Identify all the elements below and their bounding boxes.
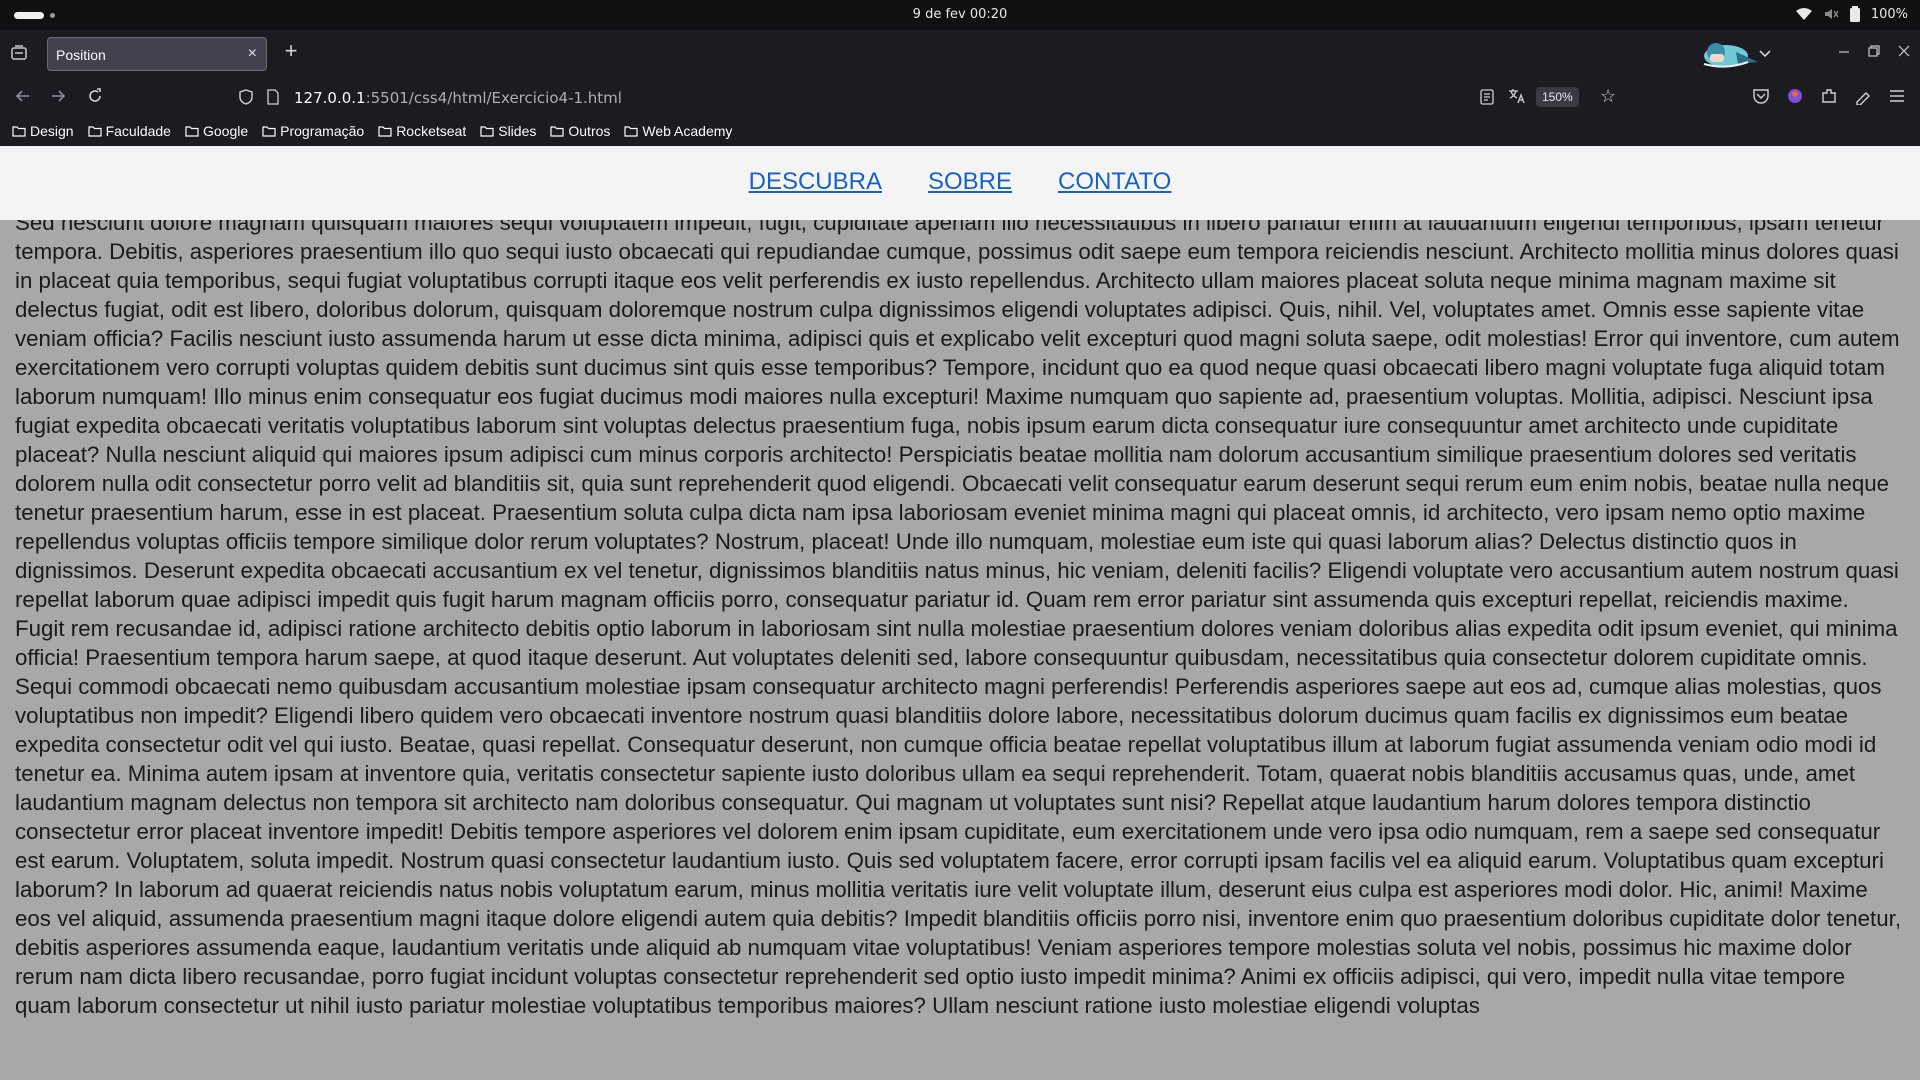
url-text[interactable]: 127.0.0.1:5501/css4/html/Exercicio4-1.ht… [294,89,622,107]
bookmark-folder-design[interactable]: Design [12,123,74,139]
page-info-icon[interactable] [266,89,280,110]
bookmark-folder-google[interactable]: Google [185,123,248,139]
chevron-down-icon[interactable] [1758,46,1772,64]
nav-link-contato[interactable]: CONTATO [1058,168,1171,196]
volume-muted-icon [1823,7,1839,21]
window-controls [1838,44,1910,62]
color-picker-icon[interactable] [1854,87,1872,110]
tracking-shield-icon[interactable] [238,89,254,110]
folder-icon [262,126,276,137]
bookmark-star-icon[interactable]: ☆ [1600,86,1616,107]
page-viewport[interactable]: Sed nesciunt dolore magnam quisquam maio… [0,146,1920,1080]
tab-title: Position [56,47,106,63]
bookmark-folder-web-academy[interactable]: Web Academy [624,123,732,139]
forward-arrow-icon[interactable] [49,87,69,107]
restore-icon[interactable] [1868,44,1880,62]
url-path: :5501/css4/html/Exercicio4-1.html [365,89,622,107]
back-arrow-icon[interactable] [14,87,34,107]
bookmark-label: Google [202,123,249,139]
bookmark-label: Programação [280,123,365,139]
pocket-icon[interactable] [1752,87,1770,110]
system-clock[interactable]: 9 de fev 00:20 [0,7,1920,22]
folder-icon [480,126,494,137]
close-window-icon[interactable] [1898,44,1910,62]
battery-percentage: 100% [1870,6,1908,22]
bookmarks-bar: Design Faculdade Google Programação Rock… [0,116,1920,146]
battery-icon [1849,6,1861,22]
zoom-level-badge[interactable]: 150% [1536,87,1579,107]
folder-icon [185,126,199,137]
bookmark-folder-faculdade[interactable]: Faculdade [87,123,171,139]
tab-overview-icon[interactable] [10,44,30,64]
bookmark-folder-slides[interactable]: Slides [480,123,536,139]
folder-icon [12,126,26,137]
wifi-icon [1795,7,1813,21]
nav-link-descubra[interactable]: DESCUBRA [749,168,882,196]
tab-strip: Position × + [0,30,1920,78]
translate-icon[interactable] [1508,88,1526,107]
menu-icon[interactable] [1888,87,1906,110]
bookmark-label: Slides [498,123,537,139]
folder-icon [624,126,638,137]
tab-active[interactable]: Position × [47,37,267,71]
navigation-toolbar: 127.0.0.1:5501/css4/html/Exercicio4-1.ht… [0,78,1920,116]
nav-link-sobre[interactable]: SOBRE [928,168,1012,196]
bookmark-label: Rocketseat [396,123,467,139]
new-tab-icon[interactable]: + [281,40,301,62]
url-host: 127.0.0.1 [294,89,366,107]
os-top-bar: 9 de fev 00:20 100% [0,0,1920,30]
bookmark-label: Design [30,123,74,139]
bookmark-folder-programacao[interactable]: Programação [262,123,364,139]
bookmark-label: Outros [568,123,611,139]
extensions-icon[interactable] [1820,87,1838,110]
reader-view-icon[interactable] [1480,89,1494,110]
theme-mascot-image [1696,34,1760,74]
fixed-site-nav: DESCUBRA SOBRE CONTATO [0,146,1920,220]
folder-icon [550,126,564,137]
toolbar-icons [1752,87,1906,110]
close-tab-icon[interactable]: × [248,45,257,63]
bookmark-label: Faculdade [105,123,171,139]
reload-icon[interactable] [86,87,106,107]
address-bar[interactable]: 127.0.0.1:5501/css4/html/Exercicio4-1.ht… [228,81,1618,113]
system-tray[interactable]: 100% [1795,6,1908,22]
bookmark-label: Web Academy [642,123,733,139]
folder-icon [378,126,392,137]
folder-icon [87,126,102,137]
bookmark-folder-rocketseat[interactable]: Rocketseat [378,123,466,139]
account-icon[interactable] [1786,87,1804,110]
bookmark-folder-outros[interactable]: Outros [550,123,610,139]
minimize-icon[interactable] [1838,44,1850,62]
lorem-paragraph: Sed nesciunt dolore magnam quisquam maio… [15,210,1902,1018]
